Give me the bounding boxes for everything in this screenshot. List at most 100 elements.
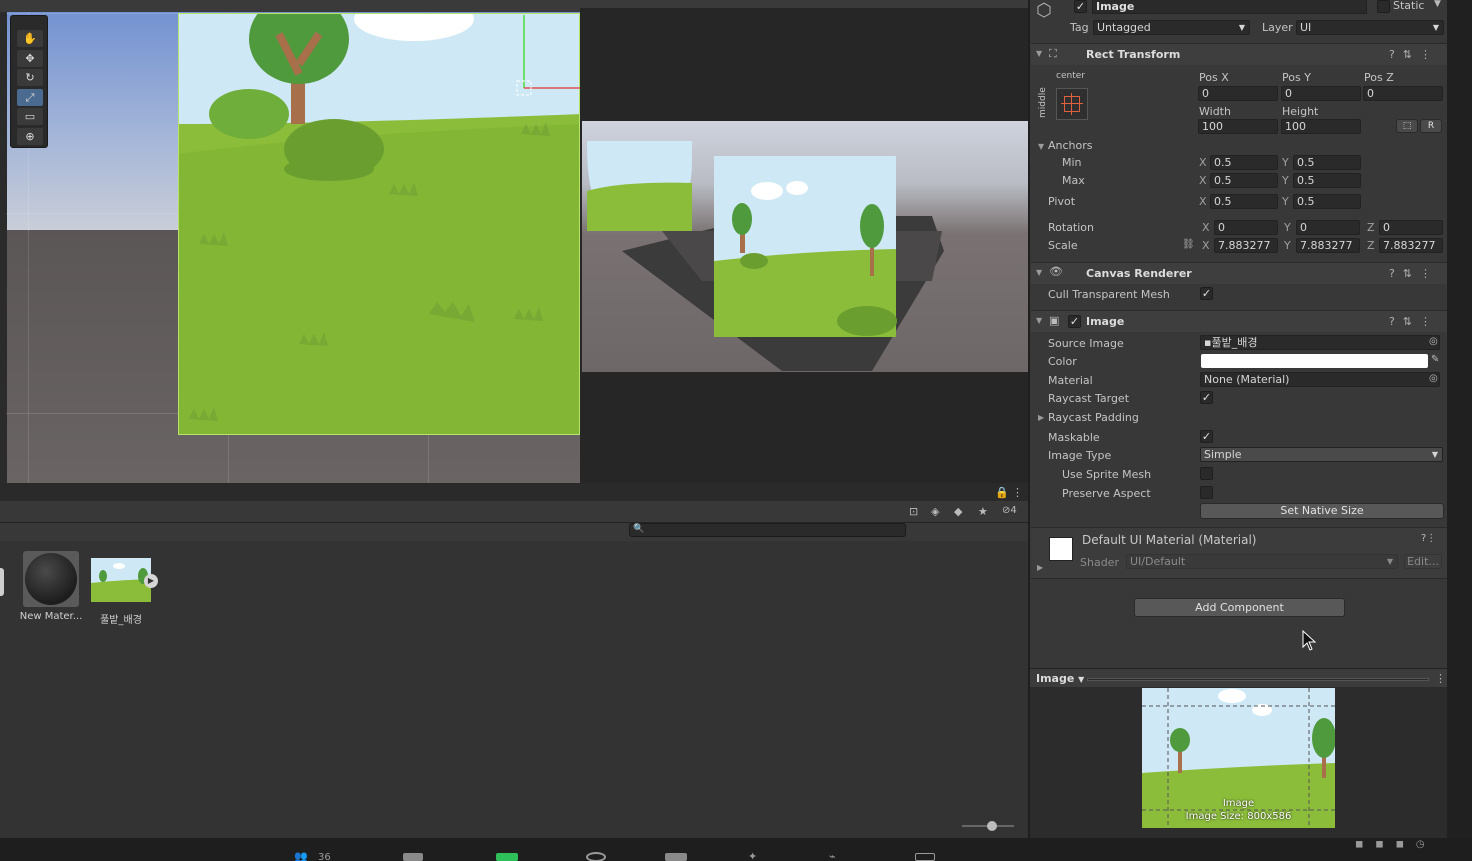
scene-view[interactable]: ✋ ✥ ↻ ⤢ ▭ ⊕ — [0, 0, 580, 483]
rotation-z-field[interactable]: 0 — [1379, 220, 1443, 235]
maskable-checkbox[interactable]: ✓ — [1200, 430, 1213, 443]
component-header-icons[interactable]: ?⇅⋮ — [1389, 267, 1439, 280]
active-checkbox[interactable]: ✓ — [1074, 0, 1087, 13]
pivot-x-field[interactable]: 0.5 — [1210, 194, 1278, 209]
tag-icon[interactable]: ◆ — [954, 505, 962, 518]
image-component-header[interactable]: ▼ ▣ ✓ Image ?⇅⋮ — [1031, 310, 1447, 332]
record-icon[interactable] — [586, 852, 606, 861]
rotate-tool-icon[interactable]: ↻ — [17, 69, 43, 86]
help-icon[interactable]: ?⋮ — [1421, 533, 1436, 544]
anchors-foldout-icon[interactable]: ▼ — [1038, 142, 1044, 151]
constrain-proportions-icon[interactable]: ⛓ — [1182, 239, 1195, 250]
asset-grass-sprite[interactable] — [91, 558, 151, 602]
status-icons[interactable]: ◼◼◼◷ — [1355, 839, 1437, 850]
height-field[interactable]: 100 — [1281, 119, 1361, 134]
search-by-type-icon[interactable]: ⊡ — [909, 505, 918, 518]
foldout-arrow-icon[interactable]: ▼ — [1036, 316, 1042, 325]
pos-x-field[interactable]: 0 — [1198, 86, 1278, 101]
use-sprite-mesh-checkbox[interactable] — [1200, 467, 1213, 480]
pos-y-field[interactable]: 0 — [1281, 86, 1361, 101]
scale-z-field[interactable]: 7.883277 — [1379, 238, 1443, 253]
search-by-label-icon[interactable]: ◈ — [931, 505, 939, 518]
transform-tool-icon[interactable]: ⊕ — [17, 128, 43, 145]
asset-partial[interactable] — [0, 568, 4, 596]
static-dropdown-icon[interactable]: ▼ — [1434, 0, 1441, 9]
image-type-dropdown[interactable]: Simple ▼ — [1200, 447, 1443, 462]
pivot-y-field[interactable]: 0.5 — [1293, 194, 1361, 209]
preview-caption-size: Image Size: 800x586 — [1185, 811, 1292, 822]
object-name-field[interactable]: Image — [1092, 0, 1367, 14]
layer-dropdown[interactable]: UI ▼ — [1296, 20, 1444, 35]
hidden-packages-toggle[interactable]: ⊘4 — [1002, 505, 1017, 516]
hand-tool-icon[interactable]: ✋ — [17, 30, 43, 47]
raw-edit-button[interactable]: R — [1420, 119, 1442, 133]
component-header-icons[interactable]: ?⇅⋮ — [1389, 315, 1439, 328]
participants-icon[interactable]: 👥 — [294, 850, 308, 861]
shader-dropdown[interactable]: UI/Default ▼ — [1126, 554, 1398, 569]
whiteboard-icon[interactable]: ⌁ — [829, 850, 836, 861]
object-picker-icon[interactable]: ◎ — [1429, 373, 1438, 384]
shader-edit-button[interactable]: Edit... — [1404, 554, 1442, 569]
eyedropper-icon[interactable]: ✎ — [1431, 354, 1439, 365]
image-enabled-checkbox[interactable]: ✓ — [1068, 315, 1081, 328]
scale-x-field[interactable]: 7.883277 — [1214, 238, 1278, 253]
rotation-x-field[interactable]: 0 — [1214, 220, 1278, 235]
canvas-renderer-title: Canvas Renderer — [1086, 267, 1192, 280]
color-swatch[interactable] — [1201, 354, 1428, 368]
tag-dropdown[interactable]: Untagged ▼ — [1093, 20, 1250, 35]
anchor-min-x-field[interactable]: 0.5 — [1210, 155, 1278, 170]
material-field[interactable]: None (Material) — [1200, 372, 1440, 387]
game-toolbar[interactable] — [580, 0, 1028, 8]
blueprint-mode-button[interactable]: ⬚ — [1396, 119, 1418, 133]
pos-x-label: Pos X — [1199, 71, 1229, 84]
chat-icon[interactable] — [403, 853, 423, 861]
scale-y-field[interactable]: 7.883277 — [1296, 238, 1360, 253]
material-foldout-icon[interactable]: ▶ — [1037, 563, 1043, 572]
move-tool-icon[interactable]: ✥ — [17, 50, 43, 67]
preserve-aspect-checkbox[interactable] — [1200, 486, 1213, 499]
width-field[interactable]: 100 — [1198, 119, 1278, 134]
canvas-renderer-header[interactable]: ▼ 👁 Canvas Renderer ?⇅⋮ — [1031, 262, 1447, 284]
raycast-padding-foldout-icon[interactable]: ▶ — [1038, 413, 1044, 422]
transform-gizmo[interactable] — [505, 10, 580, 105]
reactions-icon[interactable] — [665, 853, 687, 861]
favorite-star-icon[interactable]: ★ — [978, 505, 988, 518]
cull-transparent-label: Cull Transparent Mesh — [1048, 288, 1170, 301]
lock-icon[interactable]: 🔒 — [995, 486, 1009, 499]
kebab-menu-icon[interactable]: ⋮ — [1012, 486, 1023, 499]
anchor-max-y-field[interactable]: 0.5 — [1293, 173, 1361, 188]
foldout-arrow-icon[interactable]: ▼ — [1036, 268, 1042, 277]
scale-tool-icon[interactable]: ⤢ — [17, 89, 43, 106]
anchor-min-y-field[interactable]: 0.5 — [1293, 155, 1361, 170]
scene-toolbar[interactable] — [0, 0, 580, 12]
slider-thumb[interactable] — [987, 821, 997, 831]
pos-z-field[interactable]: 0 — [1363, 86, 1443, 101]
apps-icon[interactable]: ✦ — [748, 850, 757, 861]
rect-transform-header[interactable]: ▼ ⛶ Rect Transform ?⇅⋮ — [1031, 43, 1447, 65]
anchor-preset-button[interactable] — [1056, 88, 1088, 120]
static-checkbox[interactable] — [1377, 0, 1390, 13]
component-header-icons[interactable]: ?⇅⋮ — [1389, 48, 1439, 61]
notes-icon[interactable] — [915, 853, 935, 861]
preview-resize-handle[interactable] — [1087, 678, 1429, 681]
rotation-y-field[interactable]: 0 — [1296, 220, 1360, 235]
raycast-target-checkbox[interactable]: ✓ — [1200, 391, 1213, 404]
rect-tool-icon[interactable]: ▭ — [17, 108, 43, 125]
project-search-input[interactable]: 🔍 — [629, 523, 906, 537]
expand-sprite-icon[interactable]: ▶ — [144, 574, 158, 588]
object-picker-icon[interactable]: ◎ — [1429, 336, 1438, 347]
eye-icon: 👁 — [1049, 265, 1063, 278]
foldout-arrow-icon[interactable]: ▼ — [1036, 49, 1042, 58]
preview-dropdown[interactable]: Image ▼ — [1036, 672, 1084, 685]
kebab-menu-icon[interactable]: ⋮ — [1435, 672, 1446, 685]
dropdown-arrow-icon: ▼ — [1238, 23, 1245, 32]
inspector-scrollbar[interactable] — [1447, 0, 1472, 838]
game-view[interactable] — [580, 0, 1028, 483]
anchor-max-x-field[interactable]: 0.5 — [1210, 173, 1278, 188]
source-image-field[interactable]: ▪풀밭_배경 — [1200, 335, 1440, 350]
add-component-button[interactable]: Add Component — [1134, 598, 1345, 617]
asset-new-material[interactable] — [23, 551, 79, 607]
cull-transparent-checkbox[interactable]: ✓ — [1200, 287, 1213, 300]
share-screen-icon[interactable] — [496, 853, 518, 861]
set-native-size-button[interactable]: Set Native Size — [1200, 503, 1444, 519]
